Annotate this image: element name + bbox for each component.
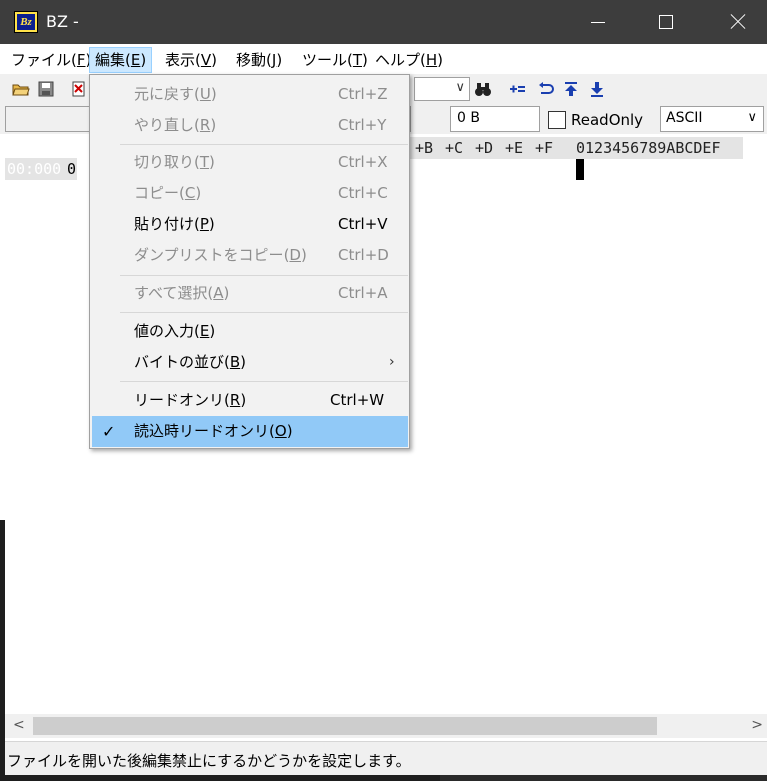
menu-help[interactable]: ヘルプ(H) [370, 47, 448, 73]
scroll-left-icon[interactable]: < [13, 717, 25, 733]
edit-menu-dropdown: 元に戻す(U) Ctrl+Z やり直し(R) Ctrl+Y 切り取り(T) Ct… [89, 74, 410, 449]
status-text: ファイルを開いた後編集禁止にするかどうかを設定します。 [7, 752, 411, 770]
bz-app-icon: Bz [14, 11, 38, 33]
background-terminal-edge [0, 775, 767, 781]
col-header-b: +B [415, 139, 434, 157]
undo-arrow-icon[interactable] [536, 80, 554, 98]
menu-separator [120, 381, 408, 382]
chevron-down-icon: ∨ [747, 110, 757, 125]
menu-item-enter-value[interactable]: 値の入力(E) [92, 316, 408, 347]
readonly-label: ReadOnly [571, 111, 644, 129]
menu-item-byte-order[interactable]: バイトの並び(B) › [92, 347, 408, 378]
menu-tools[interactable]: ツール(T) [297, 47, 373, 73]
readonly-checkbox[interactable] [548, 111, 566, 129]
cut-icon[interactable] [70, 80, 88, 98]
window-title: BZ - [46, 12, 79, 31]
menu-view[interactable]: 表示(V) [160, 47, 222, 73]
menu-item-readonly-on-load[interactable]: ✓ 読込時リードオンリ(O) [92, 416, 408, 447]
menu-item-readonly[interactable]: リードオンリ(R) Ctrl+W [92, 385, 408, 416]
jump-top-icon[interactable] [562, 80, 580, 98]
menu-item-copy-dump[interactable]: ダンプリストをコピー(D) Ctrl+D [92, 240, 408, 271]
menu-separator [120, 275, 408, 276]
maximize-button[interactable] [643, 0, 689, 44]
menu-item-select-all[interactable]: すべて選択(A) Ctrl+A [92, 278, 408, 309]
encoding-select[interactable]: ASCII ∨ [660, 106, 764, 132]
increment-icon[interactable] [508, 80, 526, 98]
menu-item-cut[interactable]: 切り取り(T) Ctrl+X [92, 147, 408, 178]
title-bar[interactable]: Bz BZ - [0, 0, 767, 44]
menu-item-redo[interactable]: やり直し(R) Ctrl+Y [92, 110, 408, 141]
scroll-right-icon[interactable]: > [751, 717, 763, 733]
binoculars-icon[interactable] [474, 80, 492, 98]
col-header-c: +C [445, 139, 464, 157]
menu-edit[interactable]: 編集(E) [89, 47, 153, 73]
ascii-header: 0123456789ABCDEF [576, 139, 721, 157]
col-header-f: +F [535, 139, 554, 157]
byte-cell[interactable]: 0 [67, 158, 76, 180]
menu-move[interactable]: 移動(J) [231, 47, 287, 73]
col-header-e: +E [505, 139, 524, 157]
checkmark-icon: ✓ [102, 422, 116, 441]
scroll-thumb[interactable] [33, 717, 657, 735]
menu-item-paste[interactable]: 貼り付け(P) Ctrl+V [92, 209, 408, 240]
chevron-right-icon: › [389, 354, 395, 370]
menu-bar: ファイル(F) 編集(E) 表示(V) 移動(J) ツール(T) ヘルプ(H) [0, 44, 767, 74]
menu-separator [120, 144, 408, 145]
open-folder-icon[interactable] [12, 80, 30, 98]
menu-item-copy[interactable]: コピー(C) Ctrl+C [92, 178, 408, 209]
status-bar: ファイルを開いた後編集禁止にするかどうかを設定します。 [5, 741, 767, 775]
text-cursor [576, 159, 584, 180]
col-header-d: +D [475, 139, 494, 157]
save-icon[interactable] [37, 80, 55, 98]
app-window: Bz BZ - ファイル(F) 編集(E) 表示(V) 移動(J) ツール(T)… [0, 0, 767, 775]
encoding-value: ASCII [666, 110, 703, 126]
close-button[interactable] [714, 0, 760, 44]
file-size-field: 0 B [450, 106, 540, 132]
horizontal-scrollbar[interactable]: < > [5, 714, 767, 738]
menu-item-undo[interactable]: 元に戻す(U) Ctrl+Z [92, 79, 408, 110]
minimize-button[interactable] [575, 0, 621, 44]
menu-file[interactable]: ファイル(F) [6, 47, 96, 73]
menu-separator [120, 312, 408, 313]
jump-down-icon[interactable] [588, 80, 606, 98]
background-window-edge [0, 520, 5, 775]
toolbar-combo[interactable]: ∨ [414, 77, 470, 101]
